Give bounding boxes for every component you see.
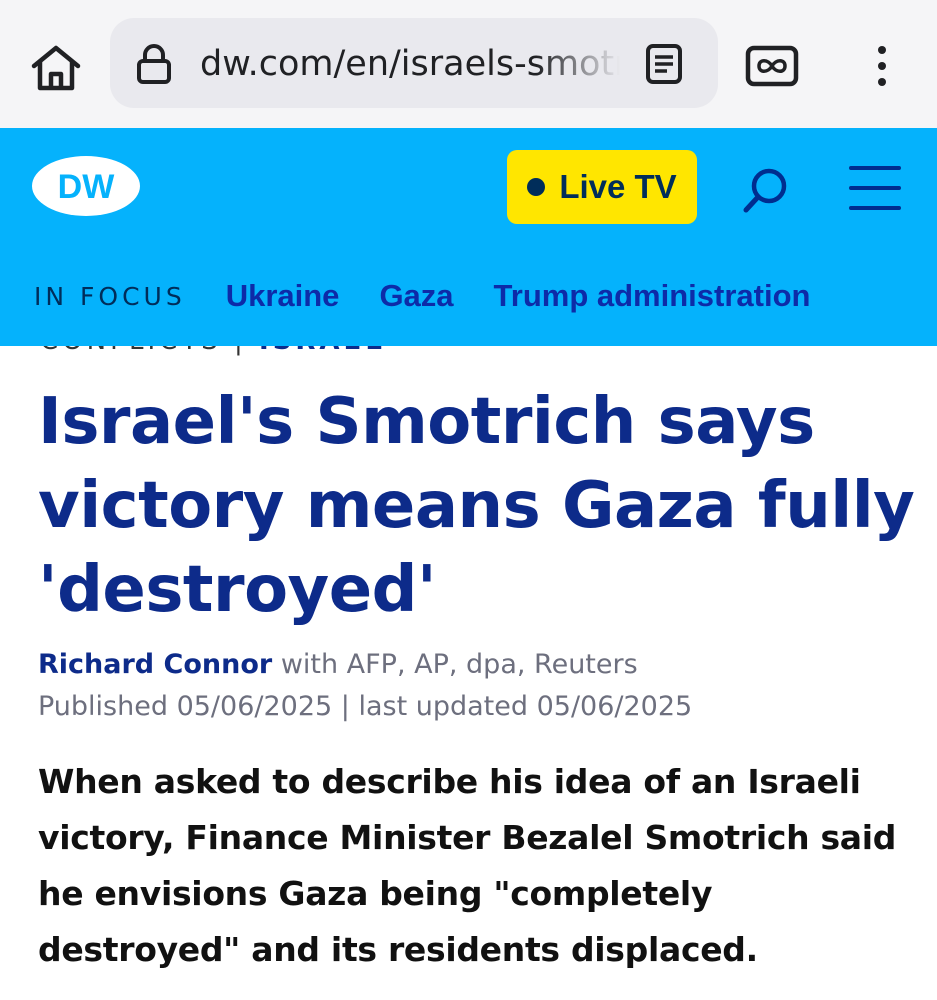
article-lead: When asked to describe his idea of an Is…: [38, 762, 897, 969]
category-label[interactable]: CONFLICTS: [40, 346, 222, 356]
address-bar[interactable]: dw.com/en/israels-smotrich-says-victory-…: [110, 18, 718, 108]
hamburger-menu-icon[interactable]: [849, 166, 901, 210]
url-text[interactable]: dw.com/en/israels-smotrich-says-victory-…: [200, 42, 620, 86]
search-icon[interactable]: [738, 164, 792, 218]
reader-mode-icon[interactable]: [642, 42, 686, 86]
tab-switcher-icon[interactable]: [744, 44, 800, 88]
focus-link-trump-administration[interactable]: Trump administration: [494, 278, 811, 314]
author-link[interactable]: Richard Connor: [38, 649, 272, 680]
focus-link-gaza[interactable]: Gaza: [379, 278, 453, 314]
logo-text: DW: [58, 168, 116, 206]
live-tv-button[interactable]: Live TV: [507, 150, 697, 224]
home-button[interactable]: [24, 36, 88, 100]
more-options-icon[interactable]: [864, 42, 900, 90]
focus-link-ukraine[interactable]: Ukraine: [226, 278, 340, 314]
byline: Richard Connor with AFP, AP, dpa, Reuter…: [38, 646, 918, 684]
browser-toolbar: dw.com/en/israels-smotrich-says-victory-…: [0, 0, 937, 128]
in-focus-nav: IN FOCUS Ukraine Gaza Trump administrati…: [34, 276, 850, 316]
article-headline: Israel's Smotrich says victory means Gaz…: [38, 385, 915, 627]
live-dot-icon: [527, 178, 546, 196]
category-tag[interactable]: ISRAEL: [259, 346, 386, 356]
category-line: CONFLICTS | ISRAEL: [0, 346, 937, 358]
published-date: Published 05/06/2025 | last updated 05/0…: [38, 691, 693, 722]
live-tv-label: Live TV: [559, 168, 677, 205]
category-separator: |: [222, 346, 259, 356]
home-icon: [31, 45, 81, 91]
site-header: DW Live TV IN FOCUS Ukraine Gaza Trump a…: [0, 128, 937, 346]
in-focus-label: IN FOCUS: [34, 281, 186, 311]
dw-logo[interactable]: DW: [30, 154, 142, 218]
agencies-text: with AFP, AP, dpa, Reuters: [280, 649, 638, 680]
lock-icon[interactable]: [134, 44, 174, 84]
